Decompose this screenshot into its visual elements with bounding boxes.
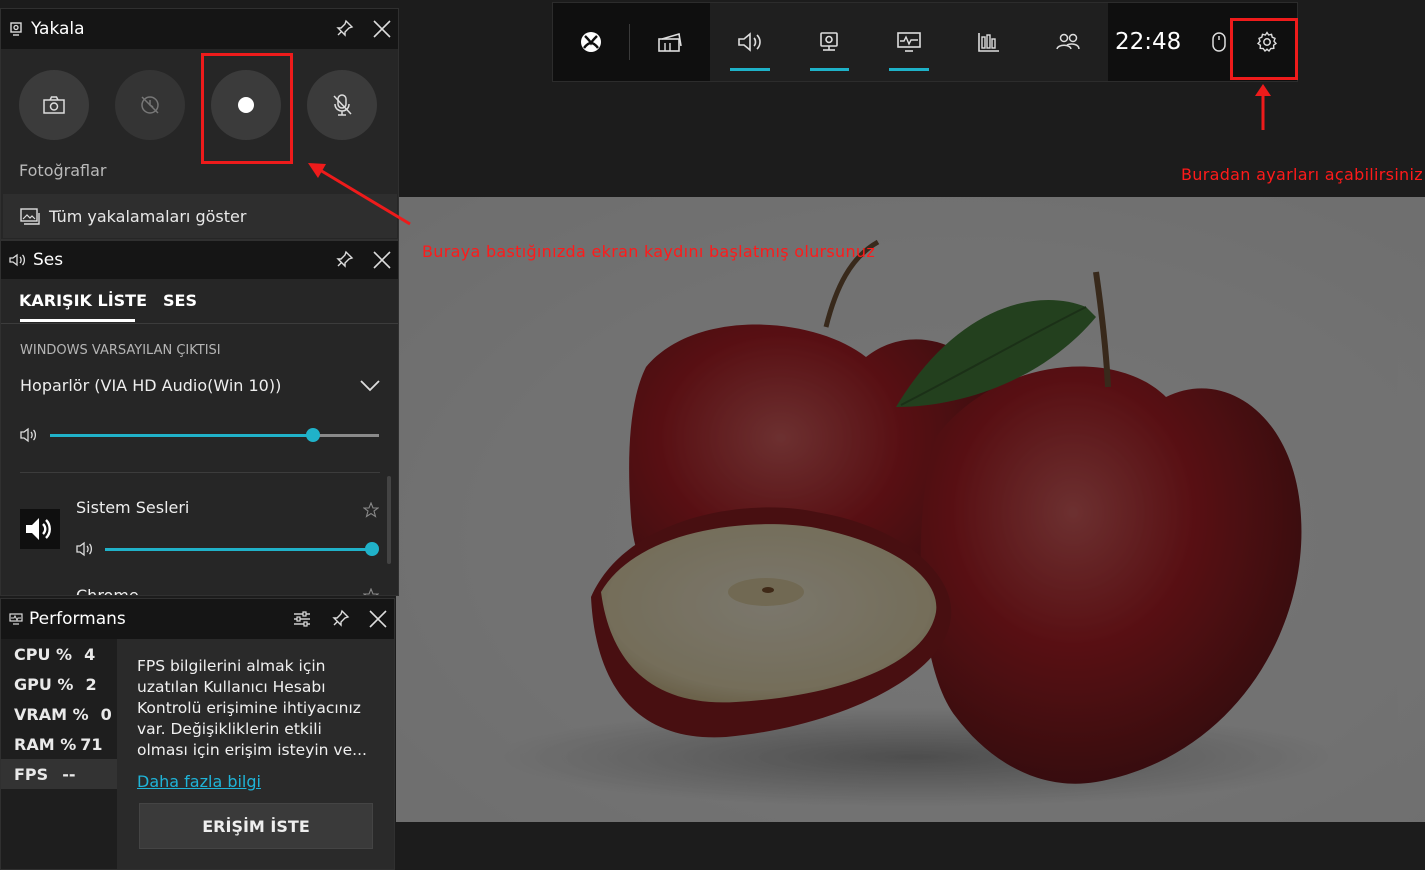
metric-row-fps[interactable]: FPS --: [1, 759, 117, 789]
performance-panel: Performans CPU % 4 GPU % 2 VRAM % 0 RAM …: [0, 598, 395, 870]
metric-label: RAM %: [14, 734, 77, 754]
performance-panel-header: Performans: [1, 599, 394, 639]
record-arrow: [308, 163, 411, 226]
performance-panel-title: Performans: [29, 609, 126, 629]
metric-value: 0: [100, 704, 112, 724]
request-access-button[interactable]: ERİŞİM İSTE: [139, 803, 373, 849]
settings-highlight-box: [1230, 18, 1298, 80]
record-annotation: Buraya bastığınızda ekran kaydını başlat…: [422, 242, 876, 261]
app-name-system-sounds: Sistem Sesleri: [76, 498, 190, 517]
metric-value: 4: [84, 644, 96, 664]
performance-widget-button[interactable]: [869, 3, 949, 81]
mouse-icon: [1212, 32, 1226, 52]
pin-icon[interactable]: [334, 19, 354, 39]
more-info-link[interactable]: Daha fazla bilgi: [137, 772, 261, 791]
star-icon[interactable]: [363, 502, 379, 518]
pin-icon[interactable]: [330, 609, 350, 629]
settings-arrow: [1255, 84, 1271, 130]
metric-row-ram[interactable]: RAM % 71: [1, 729, 117, 759]
resources-icon: [977, 33, 999, 52]
screenshot-button[interactable]: [19, 70, 89, 140]
device-divider: [20, 472, 380, 473]
clock: 22:48: [1114, 29, 1182, 55]
gallery-icon: [20, 208, 40, 225]
widget-icon: [658, 32, 682, 52]
settings-annotation: Buradan ayarları açabilirsiniz: [1181, 165, 1423, 184]
speaker-icon: [9, 253, 26, 267]
social-icon: [1056, 33, 1080, 50]
resources-widget-button[interactable]: [949, 3, 1029, 81]
mic-off-icon: [333, 94, 352, 116]
capture-panel-header: Yakala: [1, 9, 398, 49]
speaker-app-icon: [26, 518, 51, 540]
output-device-select[interactable]: Hoparlör (VIA HD Audio(Win 10)): [20, 376, 281, 395]
master-volume-fill: [50, 434, 314, 437]
widget-menu-button[interactable]: [630, 3, 710, 81]
sliders-icon[interactable]: [292, 609, 312, 629]
capture-panel-icon: [10, 22, 22, 36]
app-volume-fill: [105, 548, 372, 551]
metric-row-vram[interactable]: VRAM % 0: [1, 699, 117, 729]
output-header: WINDOWS VARSAYILAN ÇIKTISI: [20, 343, 221, 358]
social-widget-button[interactable]: [1028, 3, 1108, 81]
metric-label: VRAM %: [14, 704, 89, 724]
fps-detail-pane: FPS bilgilerini almak için uzatılan Kull…: [117, 639, 394, 869]
master-volume-thumb[interactable]: [306, 428, 321, 442]
xbox-icon: [581, 32, 601, 52]
toolbar-home-group: [553, 3, 710, 81]
metric-row-gpu[interactable]: GPU % 2: [1, 669, 117, 699]
audio-panel-actions: [334, 241, 392, 279]
app-volume-thumb[interactable]: [365, 542, 379, 556]
close-icon[interactable]: [372, 19, 392, 39]
tab-mix-list[interactable]: KARIŞIK LİSTE: [19, 291, 147, 310]
metric-value: 71: [80, 734, 103, 754]
system-sounds-app-icon: [20, 509, 60, 549]
audio-scrollbar[interactable]: [387, 476, 391, 564]
app-volume-icon[interactable]: [76, 541, 96, 557]
microphone-toggle-button[interactable]: [307, 70, 377, 140]
metric-row-cpu[interactable]: CPU % 4: [1, 639, 117, 669]
fps-message: FPS bilgilerini almak için uzatılan Kull…: [137, 657, 367, 759]
pin-icon[interactable]: [334, 250, 354, 270]
audio-panel-title: Ses: [33, 250, 64, 270]
active-tab-indicator: [20, 319, 135, 322]
chevron-down-icon[interactable]: [359, 379, 381, 393]
audio-icon: [737, 32, 761, 52]
camera-icon: [43, 96, 65, 114]
record-highlight-box: [201, 53, 293, 164]
record-last-icon: [141, 96, 159, 114]
metric-value: --: [62, 764, 76, 784]
metric-value: 2: [85, 674, 97, 694]
audio-widget-button[interactable]: [710, 3, 790, 81]
metric-label: FPS: [14, 764, 49, 784]
performance-metrics-list: CPU % 4 GPU % 2 VRAM % 0 RAM % 71 FPS --: [1, 639, 117, 789]
xbox-button[interactable]: [553, 3, 629, 81]
dim-overlay: [396, 197, 1425, 822]
close-icon[interactable]: [368, 609, 388, 629]
game-bar-screen: 22:48 Buradan ayarları açabilirsiniz Yak…: [0, 0, 1425, 870]
volume-icon[interactable]: [20, 427, 40, 443]
audio-panel: Ses KARIŞIK LİSTE SES WINDOWS VARSAYILAN…: [0, 240, 399, 596]
record-last-button[interactable]: [115, 70, 185, 140]
app-name-chrome: Chrome: [76, 586, 139, 596]
metric-label: CPU %: [14, 644, 73, 664]
audio-panel-header: Ses: [1, 241, 398, 279]
metric-label: GPU %: [14, 674, 74, 694]
show-all-captures-label: Tüm yakalamaları göster: [49, 206, 247, 226]
capture-panel-actions: [334, 9, 392, 49]
performance-panel-actions: [292, 599, 388, 639]
close-icon[interactable]: [372, 250, 392, 270]
capture-icon: [820, 32, 839, 51]
performance-icon: [897, 32, 921, 52]
game-bar-toolbar: 22:48: [552, 2, 1298, 82]
tab-divider: [1, 323, 398, 324]
performance-panel-icon: [9, 613, 23, 625]
capture-panel-title: Yakala: [31, 19, 85, 39]
star-icon[interactable]: [363, 588, 379, 596]
capture-widget-button[interactable]: [790, 3, 870, 81]
photos-label: Fotoğraflar: [19, 161, 107, 180]
tab-voice[interactable]: SES: [163, 291, 197, 310]
